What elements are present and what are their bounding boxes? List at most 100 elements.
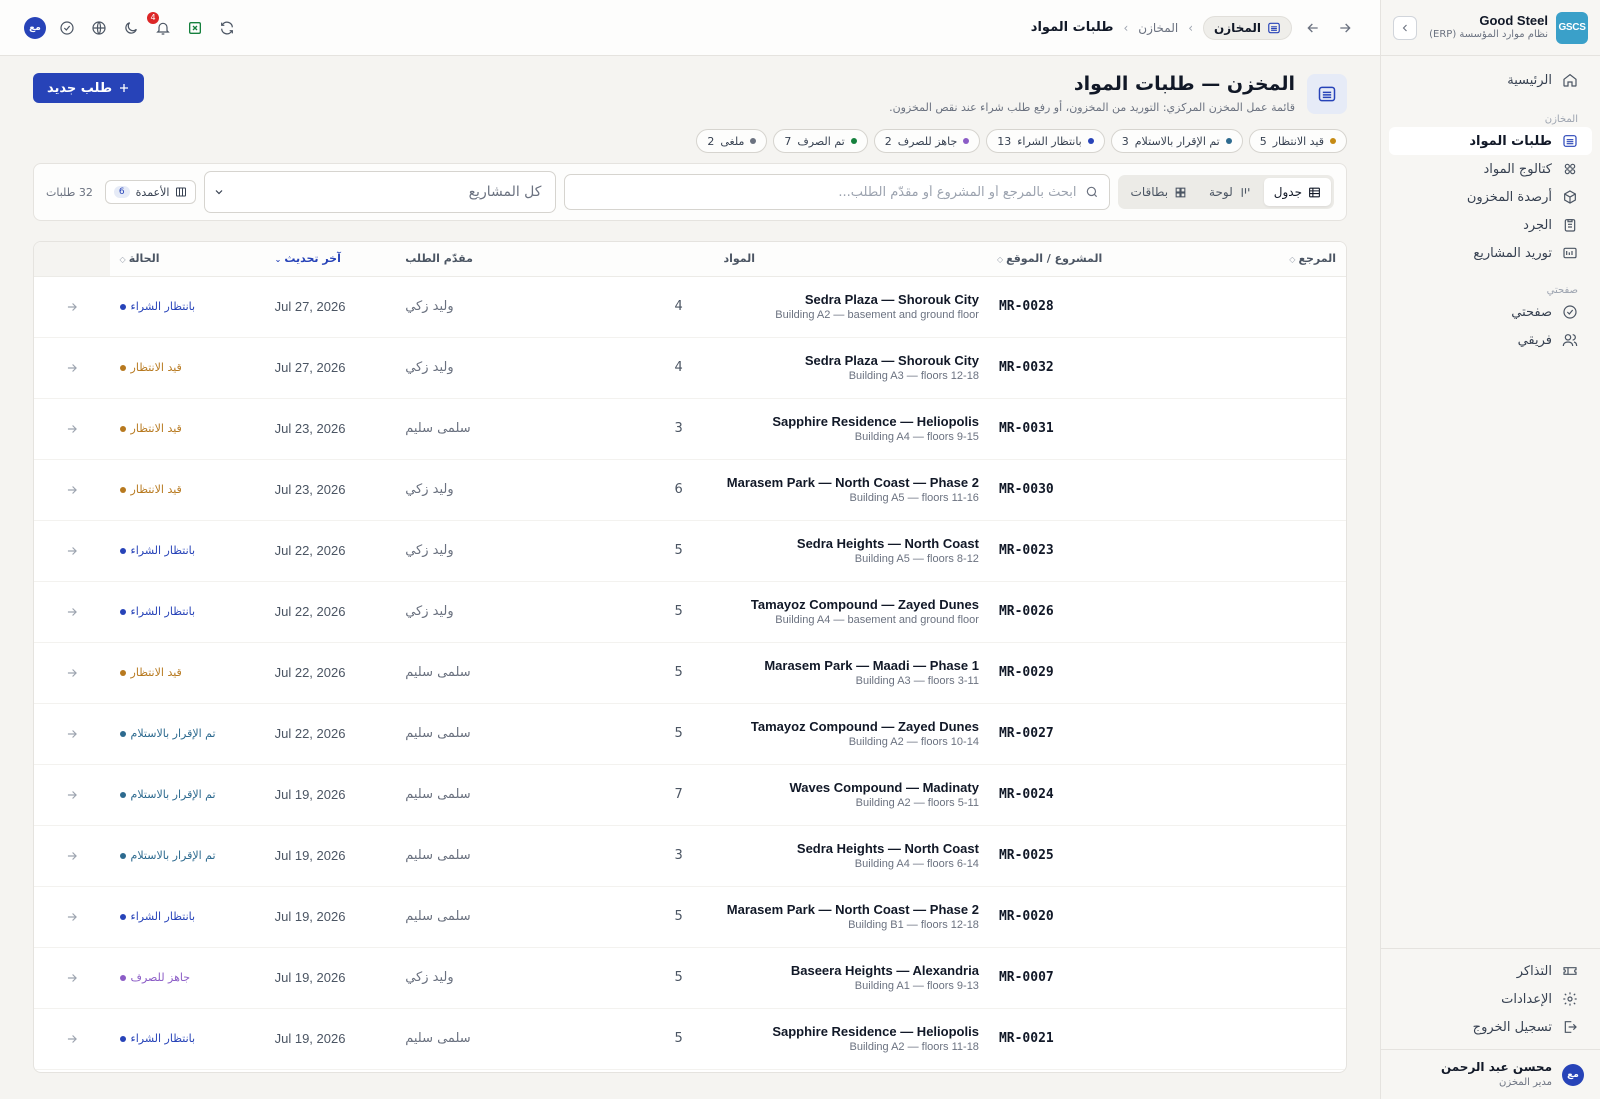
- project-name: Sedra Plaza — Shorouk City: [804, 353, 979, 368]
- sidebar-item-label: كتالوج المواد: [1483, 161, 1552, 177]
- view-table-button[interactable]: جدول: [1263, 178, 1331, 206]
- columns-button[interactable]: الأعمدة 6: [104, 180, 197, 204]
- table-row[interactable]: MR-0026 Tamayoz Compound — Zayed Dunes B…: [34, 581, 1346, 643]
- breadcrumb-section[interactable]: المخازن: [1138, 21, 1178, 35]
- page-title-icon: [1307, 73, 1347, 114]
- status-label: تم الإقرار بالاستلام: [130, 727, 216, 740]
- status-dot: [850, 138, 857, 144]
- user-profile[interactable]: مع محسن عبد الرحمن مدير المخزن: [1381, 1049, 1600, 1099]
- new-request-button[interactable]: طلب جديد: [33, 73, 145, 103]
- open-row-button[interactable]: [34, 581, 110, 643]
- back-button[interactable]: [1302, 17, 1324, 39]
- cell-ref: MR-0007: [988, 947, 1210, 1009]
- open-row-button[interactable]: [34, 703, 110, 765]
- project-location: Building A4 — basement and ground floor: [775, 614, 979, 626]
- theme-toggle-button[interactable]: [120, 17, 142, 39]
- open-row-button[interactable]: [34, 947, 110, 1009]
- sidebar-item-material-requests[interactable]: طلبات المواد: [1389, 127, 1592, 155]
- status-chip[interactable]: ملغى 2: [696, 129, 768, 153]
- open-row-button[interactable]: [34, 276, 110, 338]
- status-label: قيد الانتظار: [130, 361, 182, 374]
- chip-label: تم الصرف: [797, 134, 845, 148]
- table-row[interactable]: MR-0028 Sedra Plaza — Shorouk City Build…: [34, 276, 1346, 338]
- col-header-status[interactable]: الحالة◇: [109, 242, 265, 277]
- export-excel-button[interactable]: [184, 17, 206, 39]
- sidebar-item-my-team[interactable]: فريقي: [1389, 326, 1592, 354]
- status-dot: [119, 425, 126, 432]
- open-row-button[interactable]: [34, 398, 110, 460]
- status-chip[interactable]: جاهز للصرف 2: [873, 129, 981, 153]
- chip-count: 5: [1259, 134, 1267, 148]
- table-row[interactable]: MR-0021 Sapphire Residence — Heliopolis …: [34, 1008, 1346, 1070]
- sidebar-item-inventory[interactable]: الجرد: [1389, 211, 1592, 239]
- col-header-project[interactable]: المشروع / الموقع◇: [988, 242, 1210, 277]
- table-row[interactable]: Arkan Gardens — Heliopolis: [34, 1069, 1346, 1072]
- table-row[interactable]: MR-0029 Marasem Park — Maadi — Phase 1 B…: [34, 642, 1346, 704]
- table-row[interactable]: MR-0027 Tamayoz Compound — Zayed Dunes B…: [34, 703, 1346, 765]
- col-header-updated[interactable]: آخر تحديث⌄: [264, 242, 396, 277]
- status-chip[interactable]: تم الإقرار بالاستلام 3: [1110, 129, 1243, 153]
- sidebar-item-home[interactable]: الرئيسية: [1389, 66, 1592, 94]
- user-role: مدير المخزن: [1498, 1076, 1552, 1088]
- cell-ref: MR-0032: [988, 337, 1210, 399]
- language-button[interactable]: [88, 17, 110, 39]
- cell-ref: MR-0025: [988, 825, 1210, 887]
- user-avatar-button[interactable]: مع: [24, 16, 46, 39]
- status-label: بانتظار الشراء: [130, 544, 196, 557]
- cell-project: Tamayoz Compound — Zayed Dunes Building …: [713, 703, 989, 765]
- sidebar-item-catalog[interactable]: كتالوج المواد: [1389, 155, 1592, 183]
- arrow-right-icon: [67, 607, 77, 616]
- table-row[interactable]: MR-0007 Baseera Heights — Alexandria Bui…: [34, 947, 1346, 1009]
- arrow-right-icon: [67, 424, 77, 433]
- sidebar: GSCS Good Steel نظام موارد المؤسسة (ERP)…: [1380, 0, 1600, 1099]
- table-row[interactable]: MR-0024 Waves Compound — Madinaty Buildi…: [34, 764, 1346, 826]
- status-chip[interactable]: تم الصرف 7: [773, 129, 868, 153]
- sidebar-item-my-page[interactable]: صفحتي: [1389, 298, 1592, 326]
- open-row-button[interactable]: [34, 1069, 110, 1072]
- collapse-sidebar-button[interactable]: [1393, 15, 1417, 40]
- cell-status: بانتظار الشراء: [109, 276, 265, 338]
- search-input[interactable]: [575, 184, 1077, 200]
- open-row-button[interactable]: [34, 520, 110, 582]
- table-row[interactable]: MR-0020 Marasem Park — North Coast — Pha…: [34, 886, 1346, 948]
- table-row[interactable]: MR-0025 Sedra Heights — North Coast Buil…: [34, 825, 1346, 887]
- open-row-button[interactable]: [34, 337, 110, 399]
- sidebar-item-settings[interactable]: الإعدادات: [1389, 985, 1592, 1013]
- view-cards-button[interactable]: بطاقات: [1121, 178, 1198, 206]
- cell-ref: MR-0020: [988, 886, 1210, 948]
- forward-button[interactable]: [1334, 17, 1356, 39]
- status-chip[interactable]: قيد الانتظار 5: [1248, 129, 1347, 153]
- open-row-button[interactable]: [34, 1008, 110, 1070]
- cell-updated: Jul 27, 2026: [264, 276, 396, 338]
- table-row[interactable]: MR-0031 Sapphire Residence — Heliopolis …: [34, 398, 1346, 460]
- status-chip[interactable]: بانتظار الشراء 13: [986, 129, 1105, 153]
- sidebar-item-tickets[interactable]: التذاكر: [1389, 957, 1592, 985]
- status-label: بانتظار الشراء: [130, 605, 196, 618]
- cell-updated: Jul 19, 2026: [264, 886, 396, 948]
- brand-subtitle: نظام موارد المؤسسة (ERP): [1429, 29, 1548, 41]
- tasks-button[interactable]: [56, 17, 78, 39]
- cell-status: بانتظار الشراء: [109, 520, 265, 582]
- notifications-button[interactable]: 4: [147, 11, 174, 39]
- cell-requester: وليد زكي: [395, 276, 665, 338]
- table-row[interactable]: MR-0032 Sedra Plaza — Shorouk City Build…: [34, 337, 1346, 399]
- open-row-button[interactable]: [34, 825, 110, 887]
- refresh-button[interactable]: [216, 17, 238, 39]
- table-row[interactable]: MR-0023 Sedra Heights — North Coast Buil…: [34, 520, 1346, 582]
- view-board-button[interactable]: لوحة: [1199, 178, 1262, 206]
- sidebar-item-logout[interactable]: تسجيل الخروج: [1389, 1013, 1592, 1041]
- breadcrumb-root[interactable]: المخازن: [1203, 15, 1292, 40]
- clipboard-icon: [1564, 219, 1576, 232]
- sidebar-item-stock-balances[interactable]: أرصدة المخزون: [1389, 183, 1592, 211]
- cell-updated: Jul 22, 2026: [264, 520, 396, 582]
- sidebar-item-project-supply[interactable]: توريد المشاريع: [1389, 239, 1592, 267]
- col-header-ref[interactable]: المرجع◇: [1209, 242, 1346, 277]
- open-row-button[interactable]: [34, 642, 110, 704]
- project-select[interactable]: كل المشاريع: [204, 171, 557, 213]
- cell-ref: MR-0024: [988, 764, 1210, 826]
- open-row-button[interactable]: [34, 459, 110, 521]
- table-row[interactable]: MR-0030 Marasem Park — North Coast — Pha…: [34, 459, 1346, 521]
- open-row-button[interactable]: [34, 764, 110, 826]
- cell-materials: 5: [664, 947, 714, 1009]
- open-row-button[interactable]: [34, 886, 110, 948]
